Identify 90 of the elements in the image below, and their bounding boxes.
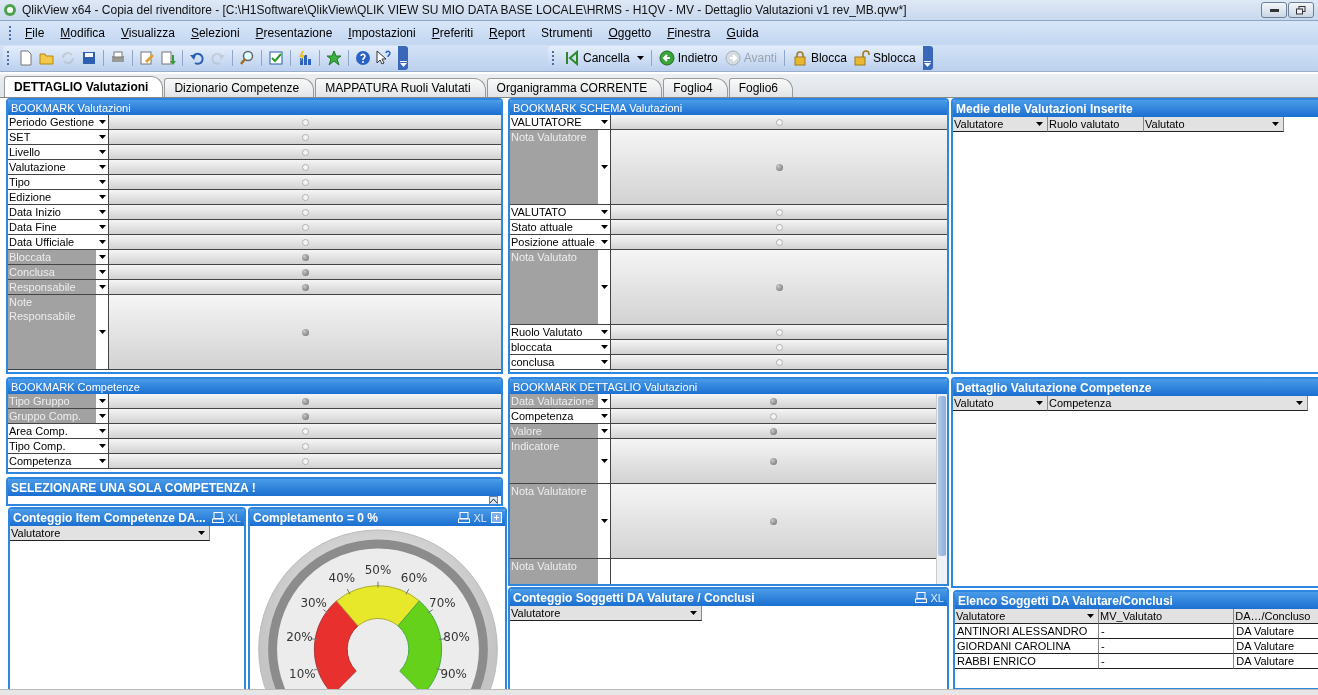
menu-item[interactable]: Oggetto — [600, 26, 660, 40]
object-title: BOOKMARK Competenze — [11, 380, 140, 393]
column-header[interactable]: Valutatore — [10, 526, 210, 541]
column-title: Valutato — [954, 397, 994, 409]
field-label: Nota Valutato — [510, 250, 598, 324]
menu-item[interactable]: Report — [481, 26, 534, 40]
sheet-tab[interactable]: MAPPATURA Ruoli Valutati — [315, 78, 486, 97]
field-label: Responsabile — [8, 280, 96, 294]
sheet-tab[interactable]: Foglio6 — [728, 78, 793, 97]
column-title: Valutatore — [954, 118, 1004, 130]
menu-item[interactable]: Selezioni — [182, 26, 248, 40]
menu-item[interactable]: Finestra — [659, 26, 719, 40]
sheet-tab[interactable]: Foglio4 — [663, 78, 728, 97]
tick-label: 70% — [429, 595, 456, 610]
menu-item[interactable]: Preferiti — [423, 26, 482, 40]
tick-label: 60% — [400, 571, 428, 586]
toolbar-button[interactable]: Indietro — [655, 48, 721, 68]
object-title: Completamento = 0 % — [253, 510, 379, 525]
column-title: Valutatore — [511, 607, 561, 619]
window-title: QlikView x64 - Copia del rivenditore - [C:\H1Software\QlikView\QLIK VIEW SU MIO DATA BASE LOCALE\HRMS - H1QV - MV - Dettaglio Valutazioni v1 rev_MB.qvw*] — [22, 3, 907, 17]
object-title: BOOKMARK Valutazioni — [11, 101, 131, 114]
column-header[interactable]: Valutatore — [955, 609, 1100, 624]
menu-item[interactable]: Guida — [718, 26, 767, 40]
toolbar-button[interactable]: Blocca — [788, 48, 850, 68]
field-label: Periodo Gestione — [8, 115, 96, 129]
sheet-tab[interactable]: DETTAGLIO Valutazioni — [4, 76, 164, 97]
object-title: Conteggio Soggetti DA Valutare / Conclusi — [513, 590, 755, 605]
column-title: Valutatore — [956, 610, 1006, 622]
column-title: Competenza — [1049, 397, 1112, 409]
column-title: MV_Valutato — [1100, 610, 1163, 622]
object-title: Conteggio Item Competenze DA... — [13, 510, 206, 525]
tick-label: 20% — [286, 629, 313, 644]
tick-label: 40% — [328, 571, 356, 586]
menu-item[interactable]: Impostazioni — [340, 26, 424, 40]
column-header[interactable]: Valutatore — [510, 606, 702, 621]
column-header[interactable]: Valutato — [1144, 117, 1284, 132]
tick-label: 80% — [443, 629, 470, 644]
field-label: Nota Valutatore — [510, 130, 598, 204]
object-title: Elenco Soggetti DA Valutare/Conclusi — [958, 593, 1173, 608]
excel-export-button[interactable]: XL — [227, 511, 241, 524]
tick-label: 50% — [364, 562, 392, 577]
field-label: Note Responsabile — [8, 295, 96, 369]
field-label: Bloccata — [8, 250, 96, 264]
menu-item[interactable]: Modifica — [52, 26, 114, 40]
object-title: Medie delle Valutazioni Inserite — [956, 101, 1133, 116]
field-label: Indicatore — [510, 439, 598, 483]
field-label: Valore — [510, 424, 598, 438]
column-header[interactable]: MV_Valutato — [1099, 609, 1235, 624]
table-cell: - — [1099, 624, 1235, 639]
table-cell: - — [1099, 654, 1235, 669]
menu-item[interactable]: File — [17, 26, 53, 40]
menu-item[interactable]: Presentazione — [247, 26, 341, 40]
tick-label: 30% — [300, 595, 327, 610]
tick-label: 90% — [440, 666, 467, 681]
tick-label: 10% — [289, 666, 316, 681]
field-label: Conclusa — [8, 265, 96, 279]
excel-export-button[interactable]: XL — [930, 591, 944, 604]
object-title: SELEZIONARE UNA SOLA COMPETENZA ! — [11, 480, 256, 495]
menu-item[interactable]: Visualizza — [113, 26, 183, 40]
object-title: BOOKMARK DETTAGLIO Valutazioni — [513, 380, 698, 393]
field-label: Posizione attuale — [510, 235, 598, 249]
table-cell: - — [1099, 639, 1235, 654]
column-title: DA…/Concluso — [1235, 610, 1311, 622]
table-cell: ANTINORI ALESSANDRO — [955, 624, 1100, 639]
column-header[interactable]: Valutatore — [953, 117, 1048, 132]
object-title: Dettaglio Valutazione Competenze — [956, 380, 1152, 395]
object-title: BOOKMARK SCHEMA Valutazioni — [513, 101, 683, 114]
excel-export-button[interactable]: XL — [473, 511, 487, 524]
column-title: Valutato — [1145, 118, 1185, 130]
table-cell: DA Valutare — [1234, 654, 1318, 669]
sheet-tab[interactable]: Dizionario Competenze — [164, 78, 315, 97]
menu-item[interactable]: Strumenti — [533, 26, 601, 40]
field-label: Data Valutazione — [510, 394, 598, 408]
table-cell: RABBI ENRICO — [955, 654, 1100, 669]
field-label: Tipo Gruppo — [8, 394, 96, 408]
column-title: Valutatore — [11, 527, 61, 539]
column-header[interactable]: Valutato — [953, 396, 1048, 411]
column-header[interactable]: DA…/Concluso — [1234, 609, 1318, 624]
column-title: Ruolo valutato — [1049, 118, 1120, 130]
field-label: Nota Valutato — [510, 559, 598, 584]
table-cell: DA Valutare — [1234, 639, 1318, 654]
field-label: Nota Valutatore — [510, 484, 598, 558]
field-label: Gruppo Comp. — [8, 409, 96, 423]
toolbar-button[interactable]: Cancella — [561, 48, 647, 68]
sheet-tab[interactable]: Organigramma CORRENTE — [486, 78, 663, 97]
table-cell: DA Valutare — [1234, 624, 1318, 639]
toolbar-button[interactable]: Sblocca — [850, 48, 919, 68]
column-header[interactable]: Competenza — [1048, 396, 1308, 411]
column-header[interactable]: Ruolo valutato — [1048, 117, 1144, 132]
table-cell: GIORDANI CAROLINA — [955, 639, 1100, 654]
